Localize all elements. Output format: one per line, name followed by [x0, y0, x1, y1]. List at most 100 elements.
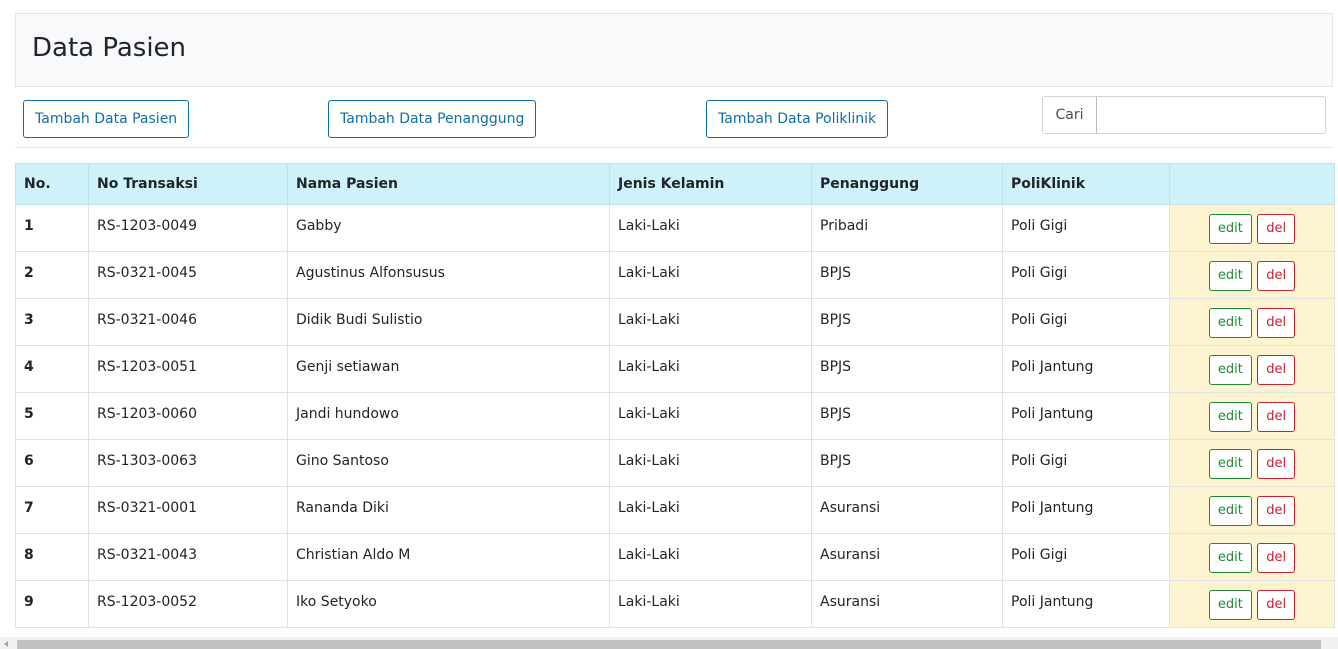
cell-gender: Laki-Laki — [609, 533, 812, 581]
cell-patient-name: Iko Setyoko — [287, 580, 610, 628]
cell-no: 9 — [15, 580, 89, 628]
table-row: 2 RS-0321-0045 Agustinus Alfonsusus Laki… — [15, 251, 1335, 299]
cell-actions: edit del — [1169, 533, 1335, 581]
cell-transaction: RS-1303-0063 — [88, 439, 288, 487]
cell-guarantor: BPJS — [811, 345, 1003, 393]
cell-no: 8 — [15, 533, 89, 581]
column-header-guarantor: Penanggung — [811, 163, 1003, 205]
edit-button[interactable]: edit — [1208, 308, 1252, 338]
cell-patient-name: Rananda Diki — [287, 486, 610, 534]
cell-patient-name: Genji setiawan — [287, 345, 610, 393]
cell-no: 3 — [15, 298, 89, 346]
add-clinic-button[interactable]: Tambah Data Poliklinik — [706, 100, 889, 138]
cell-patient-name: Didik Budi Sulistio — [287, 298, 610, 346]
cell-transaction: RS-1203-0049 — [88, 204, 288, 252]
cell-no: 2 — [15, 251, 89, 299]
search-group: Cari — [1042, 96, 1326, 134]
edit-button[interactable]: edit — [1208, 590, 1252, 620]
add-guarantor-button[interactable]: Tambah Data Penanggung — [328, 100, 537, 138]
horizontal-scrollbar[interactable] — [0, 637, 1338, 649]
cell-actions: edit del — [1169, 439, 1335, 487]
cell-clinic: Poli Gigi — [1002, 439, 1170, 487]
cell-transaction: RS-0321-0001 — [88, 486, 288, 534]
delete-button[interactable]: del — [1257, 214, 1296, 244]
cell-actions: edit del — [1169, 580, 1335, 628]
cell-guarantor: BPJS — [811, 392, 1003, 440]
column-header-transaction: No Transaksi — [88, 163, 288, 205]
column-header-no: No. — [15, 163, 89, 205]
column-header-gender: Jenis Kelamin — [609, 163, 812, 205]
patient-table: No. No Transaksi Nama Pasien Jenis Kelam… — [15, 163, 1335, 628]
cell-clinic: Poli Jantung — [1002, 345, 1170, 393]
cell-clinic: Poli Gigi — [1002, 204, 1170, 252]
edit-button[interactable]: edit — [1208, 402, 1252, 432]
cell-clinic: Poli Jantung — [1002, 392, 1170, 440]
cell-guarantor: BPJS — [811, 439, 1003, 487]
cell-gender: Laki-Laki — [609, 486, 812, 534]
search-input[interactable] — [1097, 97, 1325, 133]
cell-patient-name: Agustinus Alfonsusus — [287, 251, 610, 299]
table-row: 6 RS-1303-0063 Gino Santoso Laki-Laki BP… — [15, 439, 1335, 487]
cell-patient-name: Jandi hundowo — [287, 392, 610, 440]
delete-button[interactable]: del — [1257, 355, 1296, 385]
cell-patient-name: Gino Santoso — [287, 439, 610, 487]
cell-gender: Laki-Laki — [609, 439, 812, 487]
cell-no: 5 — [15, 392, 89, 440]
scrollbar-thumb[interactable] — [17, 640, 1321, 649]
column-header-actions — [1169, 163, 1335, 205]
cell-no: 4 — [15, 345, 89, 393]
cell-actions: edit del — [1169, 486, 1335, 534]
cell-actions: edit del — [1169, 392, 1335, 440]
cell-actions: edit del — [1169, 298, 1335, 346]
table-row: 8 RS-0321-0043 Christian Aldo M Laki-Lak… — [15, 533, 1335, 581]
edit-button[interactable]: edit — [1208, 355, 1252, 385]
cell-actions: edit del — [1169, 345, 1335, 393]
cell-actions: edit del — [1169, 251, 1335, 299]
cell-clinic: Poli Jantung — [1002, 580, 1170, 628]
cell-guarantor: BPJS — [811, 251, 1003, 299]
cell-transaction: RS-0321-0045 — [88, 251, 288, 299]
cell-patient-name: Christian Aldo M — [287, 533, 610, 581]
delete-button[interactable]: del — [1257, 449, 1296, 479]
table-row: 5 RS-1203-0060 Jandi hundowo Laki-Laki B… — [15, 392, 1335, 440]
divider — [15, 147, 1333, 148]
delete-button[interactable]: del — [1257, 261, 1296, 291]
cell-guarantor: Asuransi — [811, 580, 1003, 628]
edit-button[interactable]: edit — [1208, 543, 1252, 573]
edit-button[interactable]: edit — [1208, 214, 1252, 244]
table-row: 3 RS-0321-0046 Didik Budi Sulistio Laki-… — [15, 298, 1335, 346]
cell-transaction: RS-1203-0060 — [88, 392, 288, 440]
delete-button[interactable]: del — [1257, 543, 1296, 573]
delete-button[interactable]: del — [1257, 496, 1296, 526]
edit-button[interactable]: edit — [1208, 261, 1252, 291]
cell-transaction: RS-1203-0052 — [88, 580, 288, 628]
delete-button[interactable]: del — [1257, 402, 1296, 432]
column-header-patient-name: Nama Pasien — [287, 163, 610, 205]
scroll-left-arrow-icon[interactable] — [4, 641, 8, 647]
cell-gender: Laki-Laki — [609, 298, 812, 346]
cell-clinic: Poli Gigi — [1002, 298, 1170, 346]
table-row: 4 RS-1203-0051 Genji setiawan Laki-Laki … — [15, 345, 1335, 393]
cell-guarantor: Asuransi — [811, 533, 1003, 581]
cell-gender: Laki-Laki — [609, 392, 812, 440]
cell-clinic: Poli Gigi — [1002, 251, 1170, 299]
table-row: 1 RS-1203-0049 Gabby Laki-Laki Pribadi P… — [15, 204, 1335, 252]
cell-gender: Laki-Laki — [609, 251, 812, 299]
edit-button[interactable]: edit — [1208, 496, 1252, 526]
delete-button[interactable]: del — [1257, 590, 1296, 620]
cell-no: 7 — [15, 486, 89, 534]
column-header-clinic: PoliKlinik — [1002, 163, 1170, 205]
edit-button[interactable]: edit — [1208, 449, 1252, 479]
table-header-row: No. No Transaksi Nama Pasien Jenis Kelam… — [15, 163, 1335, 205]
table-row: 9 RS-1203-0052 Iko Setyoko Laki-Laki Asu… — [15, 580, 1335, 628]
cell-clinic: Poli Gigi — [1002, 533, 1170, 581]
cell-transaction: RS-1203-0051 — [88, 345, 288, 393]
cell-gender: Laki-Laki — [609, 204, 812, 252]
add-patient-button[interactable]: Tambah Data Pasien — [23, 100, 190, 138]
delete-button[interactable]: del — [1257, 308, 1296, 338]
cell-guarantor: BPJS — [811, 298, 1003, 346]
cell-transaction: RS-0321-0043 — [88, 533, 288, 581]
cell-gender: Laki-Laki — [609, 580, 812, 628]
page-title: Data Pasien — [32, 33, 187, 63]
cell-guarantor: Asuransi — [811, 486, 1003, 534]
